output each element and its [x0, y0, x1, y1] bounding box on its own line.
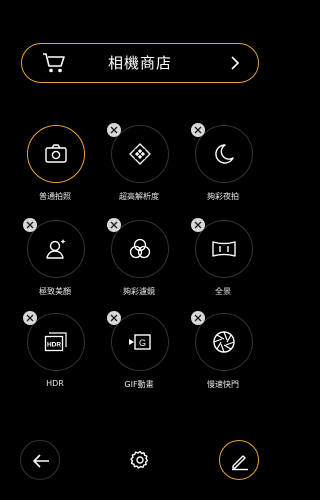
remove-mode-button[interactable] [107, 123, 121, 137]
back-arrow-icon [33, 454, 49, 468]
mode-label: GIF動畫 [124, 380, 154, 389]
svg-text:HDR: HDR [47, 342, 61, 349]
remove-mode-button[interactable] [191, 218, 205, 232]
close-icon [110, 126, 118, 134]
mode-label: 全景 [215, 287, 231, 296]
close-icon [26, 314, 34, 322]
close-icon [26, 221, 34, 229]
edit-pencil-icon [232, 455, 248, 471]
settings-button[interactable] [120, 440, 160, 480]
back-button[interactable] [20, 440, 60, 480]
remove-mode-button[interactable] [107, 311, 121, 325]
close-icon [110, 221, 118, 229]
remove-mode-button[interactable] [191, 311, 205, 325]
close-icon [194, 221, 202, 229]
shutter-icon [213, 331, 235, 353]
panorama-icon [212, 241, 236, 257]
beauty-icon [46, 239, 66, 259]
mode-label: 普通拍照 [39, 192, 71, 201]
camera-store-button[interactable]: 相機商店 [21, 43, 259, 83]
mode-label: HDR [46, 379, 64, 388]
mode-label: 超高解析度 [119, 192, 159, 201]
remove-mode-button[interactable] [23, 218, 37, 232]
close-icon [110, 314, 118, 322]
store-title: 相機商店 [107, 54, 172, 72]
gear-icon [130, 450, 149, 469]
mode-label: 夠彩濾鏡 [123, 287, 155, 296]
mode-label: 夠彩夜拍 [207, 192, 239, 201]
svg-text:G: G [139, 338, 146, 348]
chevron-right-icon [231, 56, 240, 70]
mode-filter[interactable]: 夠彩濾鏡 [103, 218, 175, 310]
edit-button[interactable] [219, 440, 259, 480]
mode-normal-photo[interactable]: 普通拍照 [19, 125, 91, 215]
filter-icon [129, 238, 151, 259]
mode-hdr[interactable]: HDR HDR [19, 311, 91, 403]
mode-label: 極致美顏 [39, 287, 71, 296]
mode-label: 慢速快門 [207, 380, 239, 389]
close-icon [194, 314, 202, 322]
mode-night[interactable]: 夠彩夜拍 [187, 123, 259, 215]
hi-res-icon [129, 143, 151, 165]
mode-super-resolution[interactable]: 超高解析度 [103, 123, 175, 215]
gif-icon: G [129, 334, 151, 350]
mode-gif[interactable]: G GIF動畫 [103, 311, 175, 403]
mode-beauty[interactable]: 極致美顏 [19, 218, 91, 310]
remove-mode-button[interactable] [191, 123, 205, 137]
camera-icon [45, 144, 67, 163]
mode-slow-shutter[interactable]: 慢速快門 [187, 311, 259, 403]
hdr-icon: HDR [44, 332, 67, 352]
moon-icon [215, 144, 234, 164]
remove-mode-button[interactable] [107, 218, 121, 232]
close-icon [194, 126, 202, 134]
mode-panorama[interactable]: 全景 [187, 218, 259, 310]
remove-mode-button[interactable] [23, 311, 37, 325]
